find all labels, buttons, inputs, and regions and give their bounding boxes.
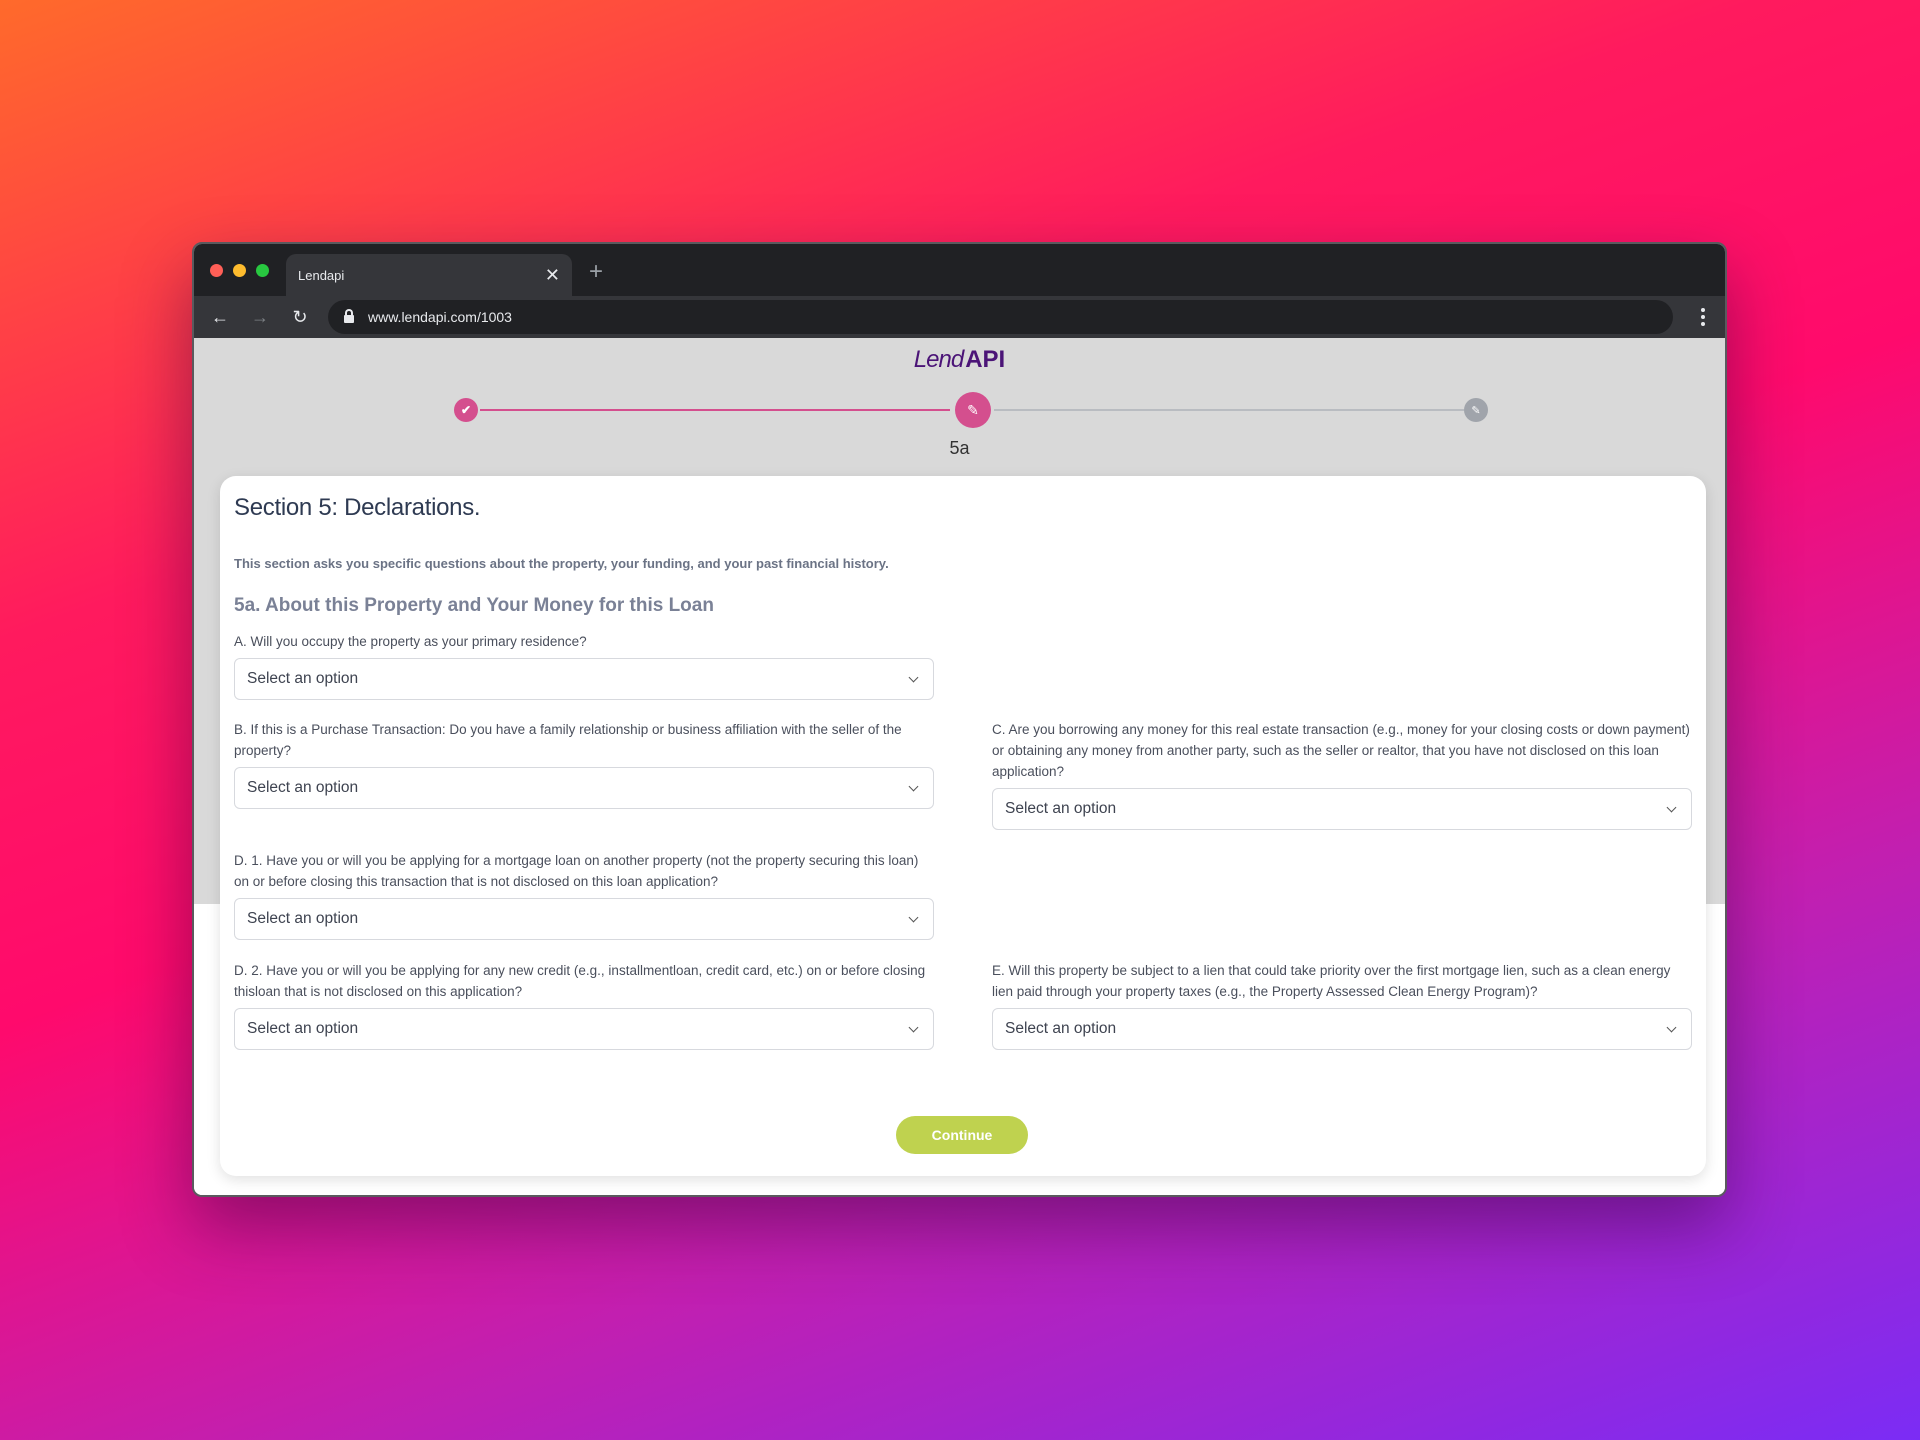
question-d1-select[interactable]: Select an option bbox=[234, 898, 934, 940]
question-d2: D. 2. Have you or will you be applying f… bbox=[234, 960, 934, 1050]
question-a-select[interactable]: Select an option bbox=[234, 658, 934, 700]
progress-stepper: ✔ ✎ ✎ bbox=[454, 392, 1488, 428]
browser-menu-icon[interactable] bbox=[1701, 308, 1705, 326]
new-tab-icon[interactable]: + bbox=[589, 260, 603, 284]
select-value: Select an option bbox=[247, 910, 359, 927]
lendapi-logo: LendAPI bbox=[913, 346, 1006, 373]
question-label: E. Will this property be subject to a li… bbox=[992, 963, 1671, 999]
select-value: Select an option bbox=[1005, 1020, 1117, 1037]
page-content: LendAPI ✔ ✎ ✎ 5a Section 5: Declarations… bbox=[194, 338, 1725, 1195]
address-bar[interactable]: www.lendapi.com/1003 bbox=[328, 300, 1673, 334]
browser-tab[interactable]: Lendapi ✕ bbox=[286, 254, 572, 296]
question-label: D. 1. Have you or will you be applying f… bbox=[234, 853, 919, 889]
question-label: C. Are you borrowing any money for this … bbox=[992, 722, 1690, 779]
close-window-button[interactable] bbox=[210, 264, 223, 277]
question-c: C. Are you borrowing any money for this … bbox=[992, 719, 1692, 830]
minimize-window-button[interactable] bbox=[233, 264, 246, 277]
stepper-line-completed bbox=[480, 409, 950, 411]
chevron-down-icon bbox=[908, 912, 919, 922]
window-controls bbox=[210, 264, 269, 277]
step-active-pencil-icon[interactable]: ✎ bbox=[955, 392, 991, 428]
question-label: D. 2. Have you or will you be applying f… bbox=[234, 963, 926, 999]
select-value: Select an option bbox=[1005, 800, 1117, 817]
question-b: B. If this is a Purchase Transaction: Do… bbox=[234, 719, 934, 809]
step-pending-pencil-icon[interactable]: ✎ bbox=[1464, 398, 1488, 422]
lock-icon bbox=[344, 309, 354, 323]
title-bar: Lendapi ✕ + bbox=[194, 244, 1725, 296]
step-label: 5a bbox=[949, 438, 970, 458]
declarations-form-card: Section 5: Declarations. This section as… bbox=[220, 476, 1706, 1176]
forward-arrow-icon[interactable]: → bbox=[240, 307, 280, 328]
chevron-down-icon bbox=[908, 672, 919, 682]
chevron-down-icon bbox=[908, 1022, 919, 1032]
question-label: B. If this is a Purchase Transaction: Do… bbox=[234, 722, 902, 758]
question-e: E. Will this property be subject to a li… bbox=[992, 960, 1692, 1050]
url-text[interactable]: www.lendapi.com/1003 bbox=[368, 309, 512, 325]
browser-toolbar: ← → ↻ www.lendapi.com/1003 bbox=[194, 296, 1725, 338]
step-completed-check-icon[interactable]: ✔ bbox=[454, 398, 478, 422]
select-value: Select an option bbox=[247, 1020, 359, 1037]
subsection-title: 5a. About this Property and Your Money f… bbox=[234, 595, 714, 616]
tab-title: Lendapi bbox=[298, 267, 345, 283]
section-title: Section 5: Declarations. bbox=[234, 494, 481, 521]
question-a: A. Will you occupy the property as your … bbox=[234, 631, 934, 700]
question-label: A. Will you occupy the property as your … bbox=[234, 634, 587, 649]
select-value: Select an option bbox=[247, 670, 359, 687]
question-b-select[interactable]: Select an option bbox=[234, 767, 934, 809]
question-d2-select[interactable]: Select an option bbox=[234, 1008, 934, 1050]
chevron-down-icon bbox=[908, 781, 919, 791]
select-value: Select an option bbox=[247, 779, 359, 796]
section-description: This section asks you specific questions… bbox=[234, 556, 889, 571]
close-tab-icon[interactable]: ✕ bbox=[545, 266, 560, 284]
question-d1: D. 1. Have you or will you be applying f… bbox=[234, 850, 934, 940]
chevron-down-icon bbox=[1666, 802, 1677, 812]
maximize-window-button[interactable] bbox=[256, 264, 269, 277]
chevron-down-icon bbox=[1666, 1022, 1677, 1032]
back-arrow-icon[interactable]: ← bbox=[200, 307, 240, 328]
browser-window: Lendapi ✕ + ← → ↻ www.lendapi.com/1003 L… bbox=[192, 242, 1727, 1197]
continue-button[interactable]: Continue bbox=[896, 1116, 1028, 1154]
stepper-line-pending bbox=[994, 409, 1464, 411]
reload-icon[interactable]: ↻ bbox=[280, 307, 320, 328]
question-c-select[interactable]: Select an option bbox=[992, 788, 1692, 830]
question-e-select[interactable]: Select an option bbox=[992, 1008, 1692, 1050]
